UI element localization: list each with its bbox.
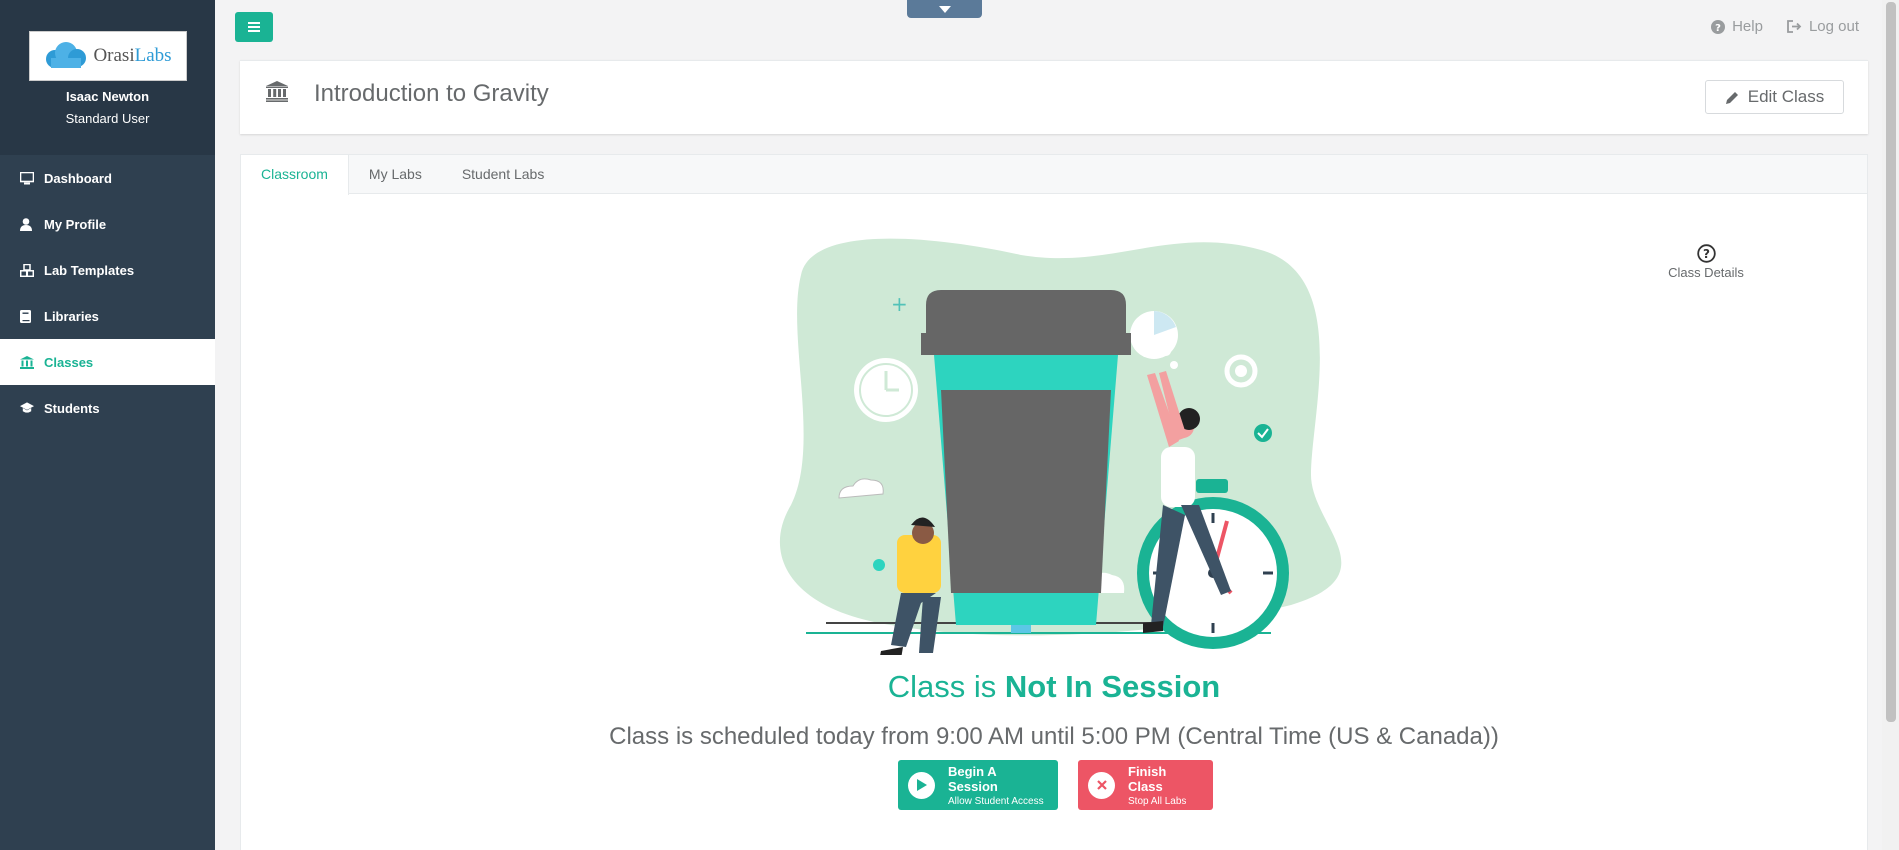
graduation-cap-icon [20, 402, 34, 414]
page-scrollbar[interactable] [1882, 0, 1899, 850]
sidebar-item-dashboard[interactable]: Dashboard [0, 155, 215, 201]
sidebar-item-libraries[interactable]: Libraries [0, 293, 215, 339]
dropdown-toggle-tab[interactable] [907, 0, 982, 18]
svg-text:?: ? [1703, 247, 1710, 261]
user-role: Standard User [65, 111, 150, 126]
sidebar-item-label: Libraries [44, 308, 99, 324]
finish-class-button[interactable]: Finish Class Stop All Labs [1078, 760, 1213, 810]
sidebar-item-students[interactable]: Students [0, 385, 215, 431]
sidebar-item-label: Classes [44, 354, 94, 370]
book-icon [20, 309, 34, 323]
user-icon [20, 217, 34, 231]
tab-student-labs[interactable]: Student Labs [442, 155, 565, 193]
svg-text:?: ? [1715, 23, 1721, 34]
svg-text:+: + [891, 292, 908, 316]
classroom-panel: Classroom My Labs Student Labs ? Class D… [240, 154, 1868, 850]
begin-session-title: Begin A Session [948, 763, 998, 794]
sidebar: OrasiLabs Isaac Newton Standard User Das… [0, 0, 215, 850]
close-icon [1088, 771, 1115, 799]
pencil-icon [1725, 91, 1738, 104]
tab-bar: Classroom My Labs Student Labs [241, 155, 1867, 195]
logout-label: Log out [1808, 18, 1859, 35]
logout-link[interactable]: Log out [1787, 18, 1859, 35]
status-prefix: Class is [887, 669, 1005, 704]
bank-icon [266, 81, 288, 107]
page-title: Introduction to Gravity [314, 80, 549, 107]
cubes-icon [20, 263, 34, 277]
user-name[interactable]: Isaac Newton [0, 89, 215, 104]
sidebar-item-label: Lab Templates [44, 262, 135, 278]
sidebar-item-lab-templates[interactable]: Lab Templates [0, 247, 215, 293]
tab-my-labs[interactable]: My Labs [349, 155, 442, 193]
sidebar-item-classes[interactable]: Classes [0, 339, 215, 385]
bank-icon [20, 355, 34, 369]
edit-class-label: Edit Class [1747, 87, 1825, 106]
begin-session-button[interactable]: Begin A Session Allow Student Access [898, 760, 1058, 810]
sign-out-icon [1787, 20, 1802, 33]
schedule-text: Class is scheduled today from 9:00 AM un… [609, 723, 1499, 750]
status-state: Not In Session [1004, 669, 1221, 704]
tab-classroom[interactable]: Classroom [241, 155, 349, 195]
class-details-button[interactable]: ? Class Details [1656, 244, 1756, 280]
help-label: Help [1732, 18, 1763, 35]
play-icon [908, 771, 935, 799]
edit-class-button[interactable]: Edit Class [1705, 80, 1844, 114]
profile-panel: OrasiLabs Isaac Newton Standard User [0, 0, 215, 155]
class-details-label: Class Details [1668, 265, 1744, 280]
caret-down-icon [938, 5, 951, 13]
menu-toggle-button[interactable] [235, 12, 273, 42]
sidebar-nav: Dashboard My Profile Lab Templates Libra… [0, 155, 215, 431]
finish-class-subtitle: Stop All Labs [1128, 795, 1187, 807]
top-links: ? Help Log out [1711, 18, 1859, 35]
scrollbar-thumb[interactable] [1886, 2, 1896, 722]
question-circle-icon: ? [1711, 19, 1726, 34]
hamburger-icon [248, 22, 260, 32]
question-circle-icon: ? [1696, 244, 1716, 263]
orasilabs-logo[interactable]: OrasiLabs [28, 31, 187, 81]
begin-session-subtitle: Allow Student Access [948, 795, 1044, 807]
time-management-illustration: + + [779, 238, 1342, 655]
logo-text: OrasiLabs [93, 45, 172, 66]
page-header: Introduction to Gravity Edit Class [240, 60, 1868, 134]
finish-class-title: Finish Class [1128, 763, 1167, 794]
sidebar-item-label: Students [44, 400, 100, 416]
session-actions: Begin A Session Allow Student Access Fin… [898, 760, 1213, 810]
monitor-icon [20, 171, 34, 185]
cloud-logo-icon [46, 42, 87, 68]
sidebar-item-label: Dashboard [44, 170, 112, 186]
sidebar-item-label: My Profile [44, 216, 107, 232]
help-link[interactable]: ? Help [1711, 18, 1763, 35]
sidebar-item-my-profile[interactable]: My Profile [0, 201, 215, 247]
session-status: Class is Not In Session [241, 669, 1867, 705]
